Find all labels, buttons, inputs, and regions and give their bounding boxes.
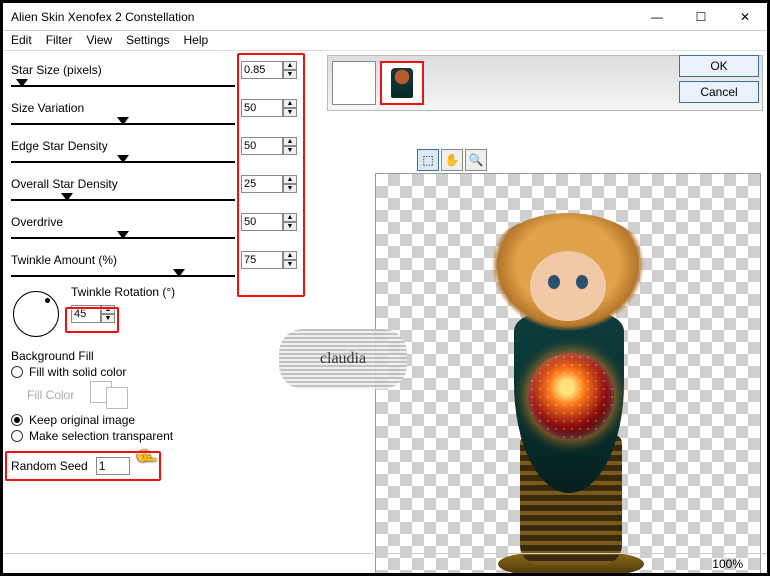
bgfill-solid-label: Fill with solid color — [29, 365, 126, 379]
tool-zoom[interactable]: 🔍 — [465, 149, 487, 171]
spin-up[interactable]: ▲ — [283, 61, 297, 70]
menu-settings[interactable]: Settings — [126, 33, 169, 48]
param-label-edge-density: Edge Star Density — [11, 139, 241, 153]
spin-down[interactable]: ▼ — [283, 70, 297, 79]
bgfill-keep-radio[interactable]: Keep original image — [11, 413, 317, 427]
preset-thumb-selected[interactable] — [380, 61, 424, 105]
param-input-size-variation[interactable] — [241, 99, 283, 117]
bgfill-keep-label: Keep original image — [29, 413, 135, 427]
menu-filter[interactable]: Filter — [46, 33, 73, 48]
marquee-icon: ⬚ — [422, 153, 433, 167]
preview-image — [448, 203, 688, 576]
window-title: Alien Skin Xenofex 2 Constellation — [3, 10, 635, 24]
spin-up[interactable]: ▲ — [101, 305, 115, 314]
random-seed-input[interactable] — [96, 457, 130, 475]
zoom-level: 100% — [712, 557, 743, 571]
spin-down[interactable]: ▼ — [283, 222, 297, 231]
menubar: Edit Filter View Settings Help — [3, 31, 767, 51]
ok-button[interactable]: OK — [679, 55, 759, 77]
cancel-button[interactable]: Cancel — [679, 81, 759, 103]
slider-edge-density[interactable] — [11, 157, 235, 167]
spin-up[interactable]: ▲ — [283, 251, 297, 260]
spin-up[interactable]: ▲ — [283, 99, 297, 108]
spin-down[interactable]: ▼ — [283, 108, 297, 117]
controls-panel: Star Size (pixels) ▲▼ Size Variation ▲▼ — [3, 51, 323, 553]
menu-help[interactable]: Help — [184, 33, 209, 48]
spin-down[interactable]: ▼ — [283, 184, 297, 193]
close-button[interactable]: ✕ — [723, 3, 767, 30]
random-seed-label: Random Seed — [11, 459, 88, 473]
spin-down[interactable]: ▼ — [101, 314, 115, 323]
maximize-button[interactable]: ☐ — [679, 3, 723, 30]
zoom-icon: 🔍 — [469, 153, 484, 167]
fill-color-label: Fill Color — [27, 388, 74, 402]
preview-canvas[interactable] — [375, 173, 761, 576]
param-input-overall-density[interactable] — [241, 175, 283, 193]
param-label-star-size: Star Size (pixels) — [11, 63, 241, 77]
slider-overall-density[interactable] — [11, 195, 235, 205]
spin-down[interactable]: ▼ — [283, 260, 297, 269]
param-input-edge-density[interactable] — [241, 137, 283, 155]
bgfill-transparent-label: Make selection transparent — [29, 429, 173, 443]
twinkle-rotation-input[interactable] — [71, 305, 101, 323]
bgfill-transparent-radio[interactable]: Make selection transparent — [11, 429, 317, 443]
slider-overdrive[interactable] — [11, 233, 235, 243]
bgfill-title: Background Fill — [11, 349, 317, 363]
preset-thumb-blank[interactable] — [332, 61, 376, 105]
slider-twinkle-amount[interactable] — [11, 271, 235, 281]
tool-hand[interactable]: ✋ — [441, 149, 463, 171]
twinkle-rotation-dial[interactable] — [13, 291, 59, 337]
param-label-overdrive: Overdrive — [11, 215, 241, 229]
param-input-overdrive[interactable] — [241, 213, 283, 231]
hand-icon: ✋ — [445, 153, 460, 167]
spin-up[interactable]: ▲ — [283, 137, 297, 146]
preview-panel: OK Cancel ⬚ ✋ 🔍 — [323, 51, 767, 553]
slider-star-size[interactable] — [11, 81, 235, 91]
param-label-twinkle-amount: Twinkle Amount (%) — [11, 253, 241, 267]
tool-marquee[interactable]: ⬚ — [417, 149, 439, 171]
bgfill-solid-radio[interactable]: Fill with solid color — [11, 365, 317, 379]
spin-up[interactable]: ▲ — [283, 213, 297, 222]
minimize-button[interactable]: — — [635, 3, 679, 30]
spin-down[interactable]: ▼ — [283, 146, 297, 155]
spin-up[interactable]: ▲ — [283, 175, 297, 184]
menu-edit[interactable]: Edit — [11, 33, 32, 48]
twinkle-rotation-label: Twinkle Rotation (°) — [71, 285, 175, 299]
slider-size-variation[interactable] — [11, 119, 235, 129]
menu-view[interactable]: View — [86, 33, 112, 48]
param-input-twinkle-amount[interactable] — [241, 251, 283, 269]
fill-color-swatch-bg[interactable] — [106, 387, 128, 409]
titlebar: Alien Skin Xenofex 2 Constellation — ☐ ✕ — [3, 3, 767, 31]
param-label-overall-density: Overall Star Density — [11, 177, 241, 191]
param-label-size-variation: Size Variation — [11, 101, 241, 115]
statusbar: 100% — [3, 553, 767, 573]
param-input-star-size[interactable] — [241, 61, 283, 79]
